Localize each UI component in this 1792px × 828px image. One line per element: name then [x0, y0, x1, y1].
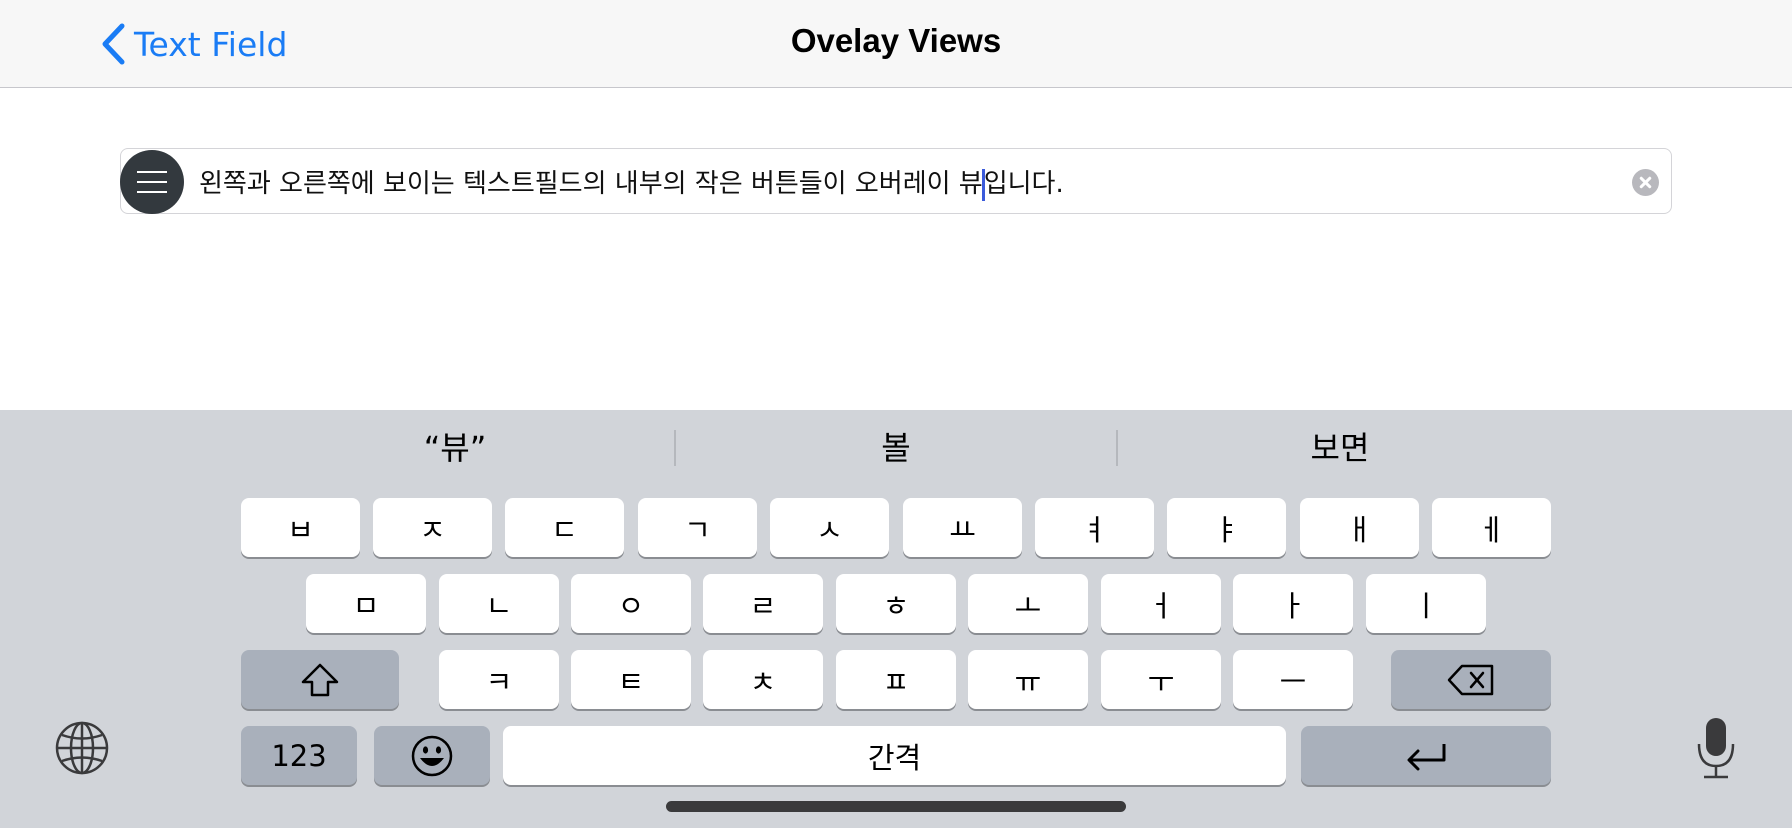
suggestion-2[interactable]: 볼 [676, 424, 1116, 474]
emoji-icon [411, 735, 453, 776]
key[interactable]: ㅗ [968, 574, 1088, 633]
key[interactable]: ㅑ [1167, 498, 1286, 557]
key[interactable]: ㅔ [1432, 498, 1551, 557]
text-before-caret: 왼쪽과 오른쪽에 보이는 텍스트필드의 내부의 작은 버튼들이 오버레이 뷰 [199, 169, 983, 199]
key[interactable]: ㅡ [1233, 650, 1353, 709]
key[interactable]: ㅓ [1101, 574, 1221, 633]
text-field[interactable]: 왼쪽과 오른쪽에 보이는 텍스트필드의 내부의 작은 버튼들이 오버레이 뷰입니… [120, 148, 1672, 214]
menu-line-icon [137, 191, 167, 193]
clear-button[interactable] [1632, 169, 1659, 196]
key[interactable]: ㅕ [1035, 498, 1154, 557]
microphone-button[interactable] [1696, 716, 1736, 780]
keyboard: “뷰” 볼 보면 ㅂ ㅈ ㄷ ㄱ ㅅ ㅛ ㅕ ㅑ ㅐ ㅔ ㅁ ㄴ ㅇ ㄹ ㅎ ㅗ… [0, 410, 1792, 828]
suggestion-3[interactable]: 보면 [1118, 424, 1562, 474]
globe-button[interactable] [54, 720, 110, 776]
home-indicator[interactable] [666, 801, 1126, 812]
menu-line-icon [137, 171, 167, 173]
key[interactable]: ㅅ [770, 498, 889, 557]
key[interactable]: ㅛ [903, 498, 1022, 557]
shift-icon [301, 663, 339, 696]
key[interactable]: ㅇ [571, 574, 691, 633]
key[interactable]: ㅠ [968, 650, 1088, 709]
emoji-key[interactable] [374, 726, 490, 785]
key[interactable]: ㅊ [703, 650, 823, 709]
menu-line-icon [137, 181, 167, 183]
numbers-key[interactable]: 123 [241, 726, 357, 785]
navigation-bar: Text Field Ovelay Views [0, 0, 1792, 88]
key[interactable]: ㅁ [306, 574, 426, 633]
key[interactable]: ㅌ [571, 650, 691, 709]
menu-button[interactable] [120, 150, 184, 214]
key[interactable]: ㄷ [505, 498, 624, 557]
globe-icon [55, 721, 109, 775]
key[interactable]: ㅍ [836, 650, 956, 709]
key[interactable]: ㄴ [439, 574, 559, 633]
key[interactable]: ㅜ [1101, 650, 1221, 709]
shift-key[interactable] [241, 650, 399, 709]
microphone-icon [1697, 718, 1735, 779]
key[interactable]: ㅈ [373, 498, 492, 557]
space-key[interactable]: 간격 [503, 726, 1286, 785]
key[interactable]: ㄹ [703, 574, 823, 633]
key[interactable]: ㅣ [1366, 574, 1486, 633]
key[interactable]: ㄱ [638, 498, 757, 557]
key[interactable]: ㅏ [1233, 574, 1353, 633]
backspace-icon [1447, 664, 1494, 695]
delete-key[interactable] [1391, 650, 1551, 709]
return-icon [1407, 743, 1446, 770]
text-after-caret: 입니다. [983, 169, 1064, 199]
return-key[interactable] [1301, 726, 1551, 785]
key[interactable]: ㅋ [439, 650, 559, 709]
suggestion-1[interactable]: “뷰” [230, 424, 680, 474]
text-field-value[interactable]: 왼쪽과 오른쪽에 보이는 텍스트필드의 내부의 작은 버튼들이 오버레이 뷰입니… [199, 163, 1064, 201]
content-area: 왼쪽과 오른쪽에 보이는 텍스트필드의 내부의 작은 버튼들이 오버레이 뷰입니… [0, 88, 1792, 410]
key[interactable]: ㅂ [241, 498, 360, 557]
page-title: Ovelay Views [790, 22, 1002, 59]
key[interactable]: ㅐ [1300, 498, 1419, 557]
key[interactable]: ㅎ [836, 574, 956, 633]
